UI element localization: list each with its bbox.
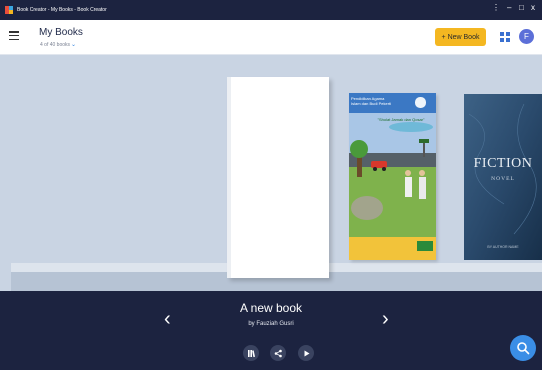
book-fiction-title: FICTION	[473, 156, 533, 171]
grid-view-icon[interactable]	[499, 31, 511, 43]
chevron-down-icon: ⌄	[71, 42, 77, 48]
app-header: My Books 4 of 40 books⌄ + New Book F	[0, 20, 542, 55]
app-logo-icon	[5, 6, 13, 14]
hamburger-menu-icon[interactable]	[9, 31, 19, 41]
library-icon[interactable]	[243, 345, 259, 361]
selected-book-title: A new book	[239, 301, 303, 315]
book-islam-title: Pendidikan Agama Islam dan Budi Pekerti	[351, 96, 391, 106]
share-icon[interactable]	[270, 345, 286, 361]
play-icon[interactable]	[298, 345, 314, 361]
book-count-dropdown[interactable]: 4 of 40 books⌄	[40, 41, 76, 48]
library-glyph	[247, 349, 255, 357]
selected-book-author: by Fauziah Gusri	[248, 321, 294, 327]
window-close-button[interactable]: x	[531, 3, 535, 12]
play-glyph	[304, 350, 309, 356]
user-avatar[interactable]: F	[519, 29, 534, 44]
book-fiction-cover[interactable]: FICTION NOVEL BY AUTHOR NAME	[464, 94, 542, 260]
share-glyph	[274, 349, 282, 357]
window-menu-icon[interactable]: ⋮	[492, 3, 500, 12]
book-fiction-author: BY AUTHOR NAME	[487, 245, 519, 249]
window-maximize-button[interactable]: □	[519, 3, 524, 12]
book-islam-cover[interactable]: Pendidikan Agama Islam dan Budi Pekerti …	[349, 93, 436, 260]
new-book-button[interactable]: + New Book	[435, 28, 486, 46]
window-minimize-button[interactable]: –	[507, 3, 511, 12]
search-button[interactable]	[510, 335, 536, 361]
book-new-blank[interactable]	[227, 77, 329, 278]
window-title: Book Creator - My Books - Book Creator	[17, 7, 107, 13]
book-spine	[227, 77, 231, 278]
book-count-label: 4 of 40 books	[40, 42, 71, 48]
window-titlebar: Book Creator - My Books - Book Creator ⋮…	[0, 0, 542, 20]
page-title: My Books	[39, 27, 83, 38]
book-islam-title-line2: Islam dan Budi Pekerti	[351, 101, 392, 106]
book-islam-subtitle: "Sholat Jamak dan Qosar"	[377, 117, 425, 122]
book-fiction-subtitle: NOVEL	[491, 176, 515, 182]
search-icon	[517, 342, 530, 355]
